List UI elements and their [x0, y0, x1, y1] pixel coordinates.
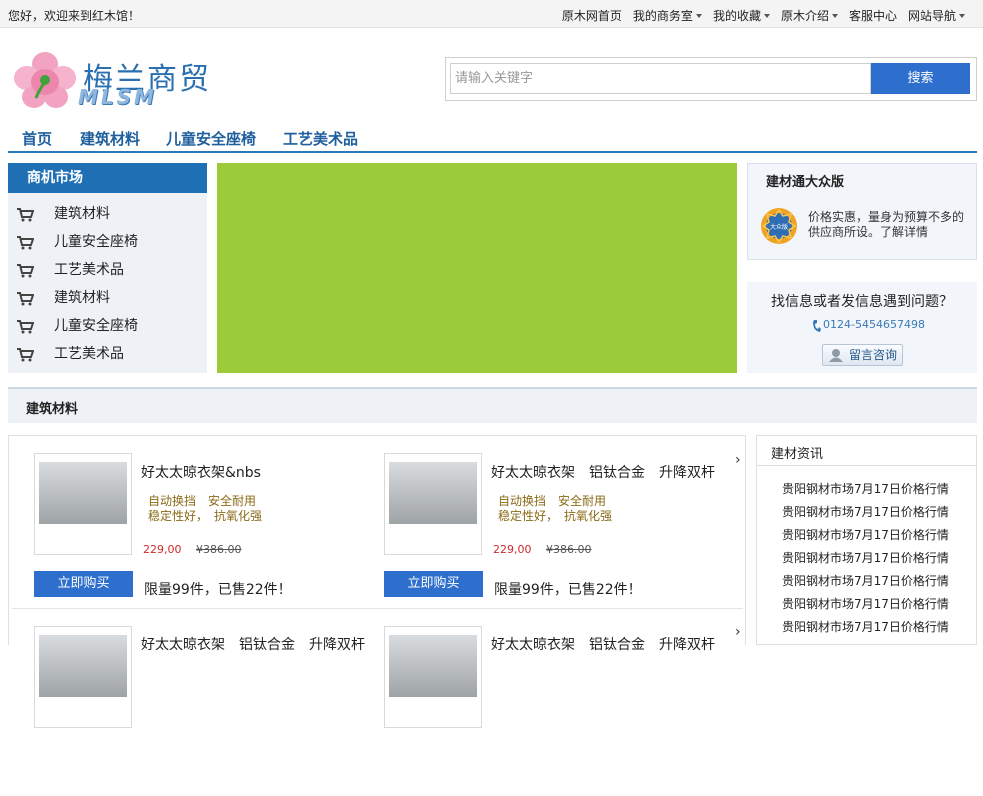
user-icon [829, 349, 843, 362]
product-original-price: ¥386.00 [546, 543, 592, 556]
product-name[interactable]: 好太太晾衣架 铝钛合金 升降双杆 [491, 634, 715, 654]
chevron-down-icon [695, 14, 702, 18]
product-limit: 限量99件，已售22件！ [144, 582, 292, 598]
top-bar: 您好，欢迎来到红木馆！ 原木网首页 我的商务室 我的收藏 原木介绍 客服中心 网… [0, 0, 983, 28]
banner-slider[interactable] [217, 163, 737, 373]
promo-title[interactable]: 建材通大众版 [766, 171, 844, 190]
chevron-down-icon [959, 14, 965, 18]
product-limit: 限量99件，已售22件！ [494, 582, 642, 598]
product-card: 好太太晾衣架 铝钛合金 升降双杆 [367, 626, 717, 796]
product-image[interactable] [34, 626, 132, 728]
product-feature: 稳定性好， 抗氧化强 [148, 509, 263, 523]
product-panel: 好太太晾衣架&nbs 自动换挡 安全耐用 稳定性好， 抗氧化强 229,00 ¥… [8, 435, 746, 728]
buy-now-button[interactable]: 立即购买 [384, 571, 483, 597]
news-item[interactable]: 贵阳钢材市场7月17日价格行情 [782, 526, 949, 543]
badge-icon: 大众版 [761, 208, 797, 244]
product-card: 好太太晾衣架 铝钛合金 升降双杆 [17, 626, 367, 796]
product-original-price: ¥386.00 [196, 543, 242, 556]
nav-home[interactable]: 首页 [22, 128, 52, 149]
cart-icon [17, 292, 34, 306]
message-consult-button[interactable]: 留言咨询 [822, 344, 903, 366]
product-image[interactable] [384, 626, 482, 728]
help-question: 找信息或者发信息遇到问题？ [771, 294, 953, 310]
product-image[interactable] [384, 453, 482, 555]
divider [757, 465, 976, 466]
product-price: 229,00 [493, 543, 532, 556]
promo-box: 建材通大众版 大众版 价格实惠，量身为预算不多的供应商所设。了解详情 [747, 163, 977, 260]
main-nav: 首页 建筑材料 儿童安全座椅 工艺美术品 [8, 124, 977, 153]
cart-icon [17, 236, 34, 250]
category-panel: 商机市场 建筑材料 儿童安全座椅 工艺美术品 建筑材料 儿童安全座椅 工艺美术品 [8, 163, 207, 373]
nav-building-materials[interactable]: 建筑材料 [80, 128, 140, 149]
product-name[interactable]: 好太太晾衣架&nbs [141, 462, 261, 482]
chevron-right-icon[interactable]: › [735, 624, 741, 640]
help-box: 找信息或者发信息遇到问题？ 0124-5454657498 留言咨询 [747, 282, 977, 373]
cart-icon [17, 208, 34, 222]
news-item[interactable]: 贵阳钢材市场7月17日价格行情 [782, 572, 949, 589]
top-links: 原木网首页 我的商务室 我的收藏 原木介绍 客服中心 网站导航 [551, 7, 965, 24]
product-name[interactable]: 好太太晾衣架 铝钛合金 升降双杆 [491, 462, 715, 482]
top-link-business-room[interactable]: 我的商务室 [633, 7, 702, 24]
cart-icon [17, 348, 34, 362]
search-box: 搜索 [445, 57, 977, 101]
news-item[interactable]: 贵阳钢材市场7月17日价格行情 [782, 480, 949, 497]
news-item[interactable]: 贵阳钢材市场7月17日价格行情 [782, 618, 949, 635]
welcome-text: 您好，欢迎来到红木馆！ [8, 9, 141, 23]
top-link-home[interactable]: 原木网首页 [562, 7, 622, 24]
news-item[interactable]: 贵阳钢材市场7月17日价格行情 [782, 549, 949, 566]
product-feature: 稳定性好， 抗氧化强 [498, 509, 613, 523]
news-title: 建材资讯 [771, 447, 824, 462]
help-phone: 0124-5454657498 [823, 318, 925, 331]
divider [12, 608, 743, 609]
top-link-favorites[interactable]: 我的收藏 [713, 7, 770, 24]
product-card: 好太太晾衣架&nbs 自动换挡 安全耐用 稳定性好， 抗氧化强 229,00 ¥… [17, 436, 367, 606]
nav-crafts[interactable]: 工艺美术品 [283, 128, 358, 149]
svg-text:大众版: 大众版 [770, 223, 788, 231]
search-input[interactable] [450, 63, 871, 94]
site-logo[interactable]: 梅兰商贸 MLSM [14, 50, 224, 112]
top-link-sitemap[interactable]: 网站导航 [908, 7, 965, 24]
nav-child-seats[interactable]: 儿童安全座椅 [166, 128, 256, 149]
category-title: 商机市场 [8, 163, 207, 193]
product-price: 229,00 [143, 543, 182, 556]
chevron-down-icon [831, 14, 838, 18]
news-item[interactable]: 贵阳钢材市场7月17日价格行情 [782, 503, 949, 520]
cart-icon [17, 320, 34, 334]
news-item[interactable]: 贵阳钢材市场7月17日价格行情 [782, 595, 949, 612]
logo-abbr: MLSM [78, 85, 157, 109]
cart-icon [17, 264, 34, 278]
phone-icon [813, 320, 821, 332]
product-card: 好太太晾衣架 铝钛合金 升降双杆 自动换挡 安全耐用 稳定性好， 抗氧化强 22… [367, 436, 717, 606]
product-image[interactable] [34, 453, 132, 555]
product-name[interactable]: 好太太晾衣架 铝钛合金 升降双杆 [141, 634, 365, 654]
chevron-down-icon [763, 14, 770, 18]
top-link-service[interactable]: 客服中心 [849, 7, 897, 24]
top-link-about[interactable]: 原木介绍 [781, 7, 838, 24]
section-header: 建筑材料 [8, 387, 977, 423]
section-title: 建筑材料 [26, 402, 79, 417]
chevron-right-icon[interactable]: › [735, 452, 741, 468]
buy-now-button[interactable]: 立即购买 [34, 571, 133, 597]
search-button[interactable]: 搜索 [871, 63, 970, 94]
flower-logo-icon [14, 52, 76, 108]
promo-description[interactable]: 价格实惠，量身为预算不多的供应商所设。了解详情 [808, 210, 968, 240]
news-panel: 建材资讯 贵阳钢材市场7月17日价格行情 贵阳钢材市场7月17日价格行情 贵阳钢… [756, 435, 977, 645]
